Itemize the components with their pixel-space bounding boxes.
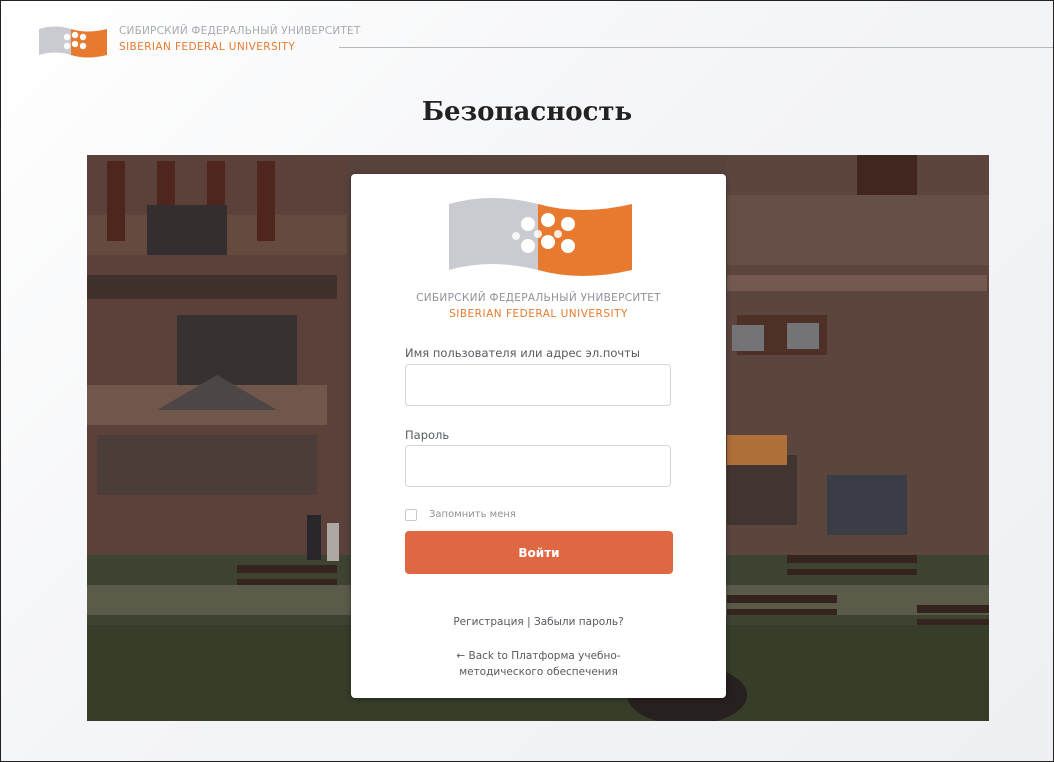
header-logo: СИБИРСКИЙ ФЕДЕРАЛЬНЫЙ УНИВЕРСИТЕТ SIBERI…: [37, 23, 360, 65]
login-button[interactable]: Войти: [405, 531, 673, 574]
card-university-name-en: SIBERIAN FEDERAL UNIVERSITY: [449, 308, 628, 320]
password-label: Пароль: [405, 428, 450, 442]
remember-me-label[interactable]: Запомнить меня: [429, 509, 516, 520]
back-link-line-2[interactable]: методического обеспечения: [351, 664, 726, 680]
sfu-logo-icon: [39, 26, 107, 58]
slide-title: Безопасность: [421, 97, 633, 127]
presentation-slide: СИБИРСКИЙ ФЕДЕРАЛЬНЫЙ УНИВЕРСИТЕТ SIBERI…: [0, 0, 1054, 762]
remember-me-checkbox[interactable]: [405, 509, 417, 521]
login-card: СИБИРСКИЙ ФЕДЕРАЛЬНЫЙ УНИВЕРСИТЕТ SIBERI…: [351, 174, 726, 698]
username-input[interactable]: [405, 364, 671, 406]
header-university-name-en: SIBERIAN FEDERAL UNIVERSITY: [119, 41, 296, 53]
register-link[interactable]: Регистрация: [453, 616, 523, 628]
card-university-name-ru: СИБИРСКИЙ ФЕДЕРАЛЬНЫЙ УНИВЕРСИТЕТ: [416, 292, 661, 304]
account-links: Регистрация | Забыли пароль?: [351, 616, 726, 628]
header-divider: [339, 47, 1053, 48]
header-university-name-ru: СИБИРСКИЙ ФЕДЕРАЛЬНЫЙ УНИВЕРСИТЕТ: [119, 25, 361, 37]
back-link-line-1[interactable]: ← Back to Платформа учебно-: [351, 648, 726, 664]
sfu-logo-icon: [449, 198, 632, 276]
links-separator: |: [523, 616, 534, 628]
forgot-password-link[interactable]: Забыли пароль?: [534, 616, 624, 628]
password-input[interactable]: [405, 445, 671, 487]
username-label: Имя пользователя или адрес эл.почты: [405, 346, 640, 360]
back-to-platform-link[interactable]: ← Back to Платформа учебно- методическог…: [351, 648, 726, 680]
